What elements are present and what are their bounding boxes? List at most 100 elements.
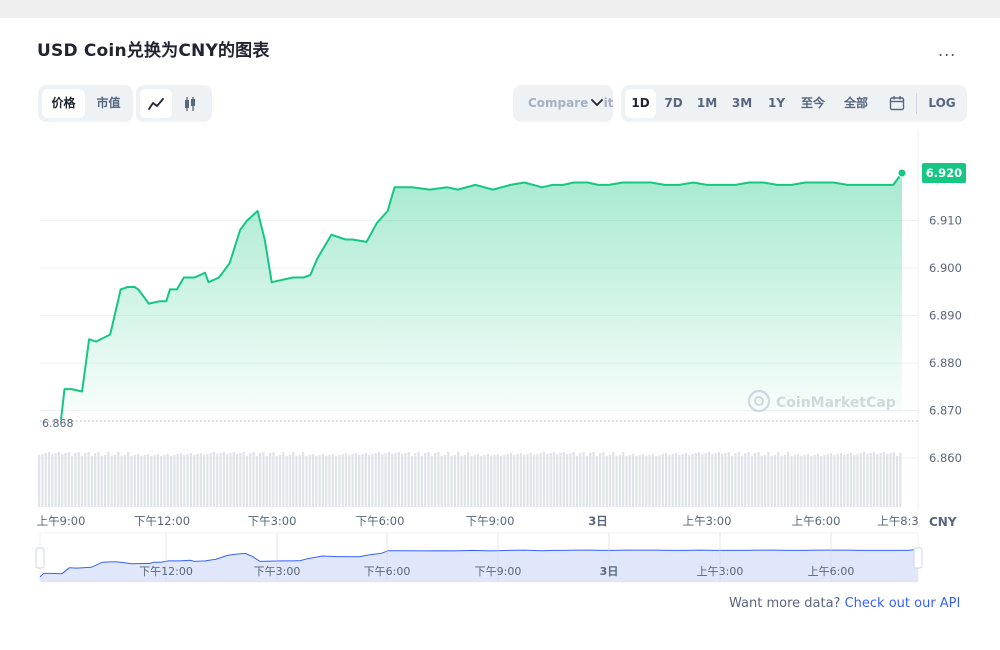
footer-prefix: Want more data? [729, 596, 845, 611]
volume-bar [711, 454, 714, 507]
volume-bar [651, 454, 654, 507]
volume-bar [638, 455, 641, 507]
volume-bar [892, 452, 895, 507]
y-axis-ticks: 6.910 6.900 6.890 6.880 6.870 6.860 [929, 214, 962, 466]
volume-bar [38, 455, 41, 507]
volume-bar [450, 456, 453, 507]
footer-api-promo: Want more data? Check out our API [729, 596, 960, 611]
volume-bar [691, 454, 694, 507]
volume-bar [681, 454, 684, 507]
volume-bar [724, 453, 727, 507]
volume-bar [331, 454, 334, 507]
volume-bar [269, 453, 272, 507]
volume-bar [229, 453, 232, 507]
volume-bar [239, 453, 242, 507]
volume-bar [420, 456, 423, 507]
volume-bar [278, 455, 282, 507]
volume-bar [170, 456, 173, 507]
volume-bar [140, 456, 143, 507]
volume-bar [351, 454, 354, 507]
volume-bar [480, 456, 483, 507]
volume-bar [292, 452, 295, 507]
y-tick-label: 6.880 [929, 356, 962, 370]
volume-bar [698, 452, 701, 507]
navigator-x-tick-label: 下午9:00 [475, 565, 522, 578]
volume-bar [54, 453, 57, 507]
volume-bar [285, 456, 288, 507]
volume-bar [57, 452, 60, 507]
navigator[interactable]: 下午12:00 下午3:00 下午6:00 下午9:00 3日 上午3:00 上午6:00 [35, 532, 923, 583]
volume-bar [566, 454, 569, 507]
volume-bar [315, 456, 318, 507]
navigator-x-tick-label: 下午12:00 [139, 565, 193, 578]
volume-bar [803, 455, 806, 507]
volume-bar [483, 455, 486, 507]
volume-bar [311, 454, 315, 507]
volume-bar [684, 453, 687, 507]
volume-bar [688, 455, 691, 507]
volume-bar [394, 453, 397, 507]
volume-bar [344, 453, 348, 507]
volume-bar [71, 456, 74, 507]
navigator-x-tick-label: 上午6:00 [808, 565, 855, 578]
api-link[interactable]: Check out our API [845, 596, 961, 611]
volume-bar [298, 455, 301, 507]
volume-bar [645, 456, 648, 507]
x-tick-label: 上午8:3 [877, 514, 919, 528]
volume-bar [787, 452, 790, 507]
volume-bar [308, 455, 311, 507]
volume-bar [123, 455, 126, 507]
x-tick-label: 上午9:00 [37, 514, 86, 528]
volume-bar [780, 456, 783, 507]
volume-bar [589, 453, 592, 507]
volume-bar [704, 453, 707, 507]
volume-bar [361, 454, 364, 507]
volume-bar [665, 453, 668, 507]
volume-bar [800, 456, 803, 507]
volume-bar [823, 455, 826, 507]
volume-bar [602, 452, 605, 507]
volume-bar [625, 456, 628, 507]
volume-bar [886, 454, 889, 507]
volume-bar [605, 456, 608, 507]
volume-bar [282, 452, 285, 507]
volume-bar [199, 453, 202, 507]
volume-bar [612, 452, 615, 507]
volume-bar [773, 455, 777, 507]
open-price-label: 6.868 [42, 417, 74, 430]
volume-bar [648, 455, 651, 507]
volume-bar [806, 454, 810, 507]
volume-bar [552, 452, 555, 507]
volume-bar [302, 452, 305, 507]
volume-bar [272, 452, 275, 507]
volume-bar [463, 455, 466, 507]
volume-bar [658, 455, 661, 507]
volume-bar [295, 456, 298, 507]
volume-bar [628, 455, 631, 507]
y-tick-label: 6.870 [929, 404, 962, 418]
volume-bar [783, 455, 786, 507]
volume-bar [519, 453, 522, 507]
volume-bar [335, 456, 338, 507]
volume-bar [797, 454, 800, 507]
volume-bar [694, 453, 697, 507]
volume-bar [641, 454, 645, 507]
volume-bar [437, 452, 440, 507]
volume-bar [559, 453, 562, 507]
volume-bar [585, 456, 588, 507]
volume-bar [569, 453, 572, 507]
volume-bar [354, 453, 357, 507]
volume-bar [486, 454, 489, 507]
navigator-right-handle[interactable] [913, 547, 923, 569]
volume-bar [668, 455, 671, 507]
volume-bar [529, 453, 532, 507]
volume-bar [843, 455, 846, 507]
volume-bar [381, 454, 384, 507]
volume-bar [196, 454, 199, 507]
y-tick-label: 6.860 [929, 451, 962, 465]
volume-bar [434, 453, 437, 507]
volume-bar [490, 456, 493, 507]
volume-bar [836, 454, 839, 507]
volume-bar [47, 452, 51, 507]
navigator-left-handle[interactable] [35, 547, 45, 569]
